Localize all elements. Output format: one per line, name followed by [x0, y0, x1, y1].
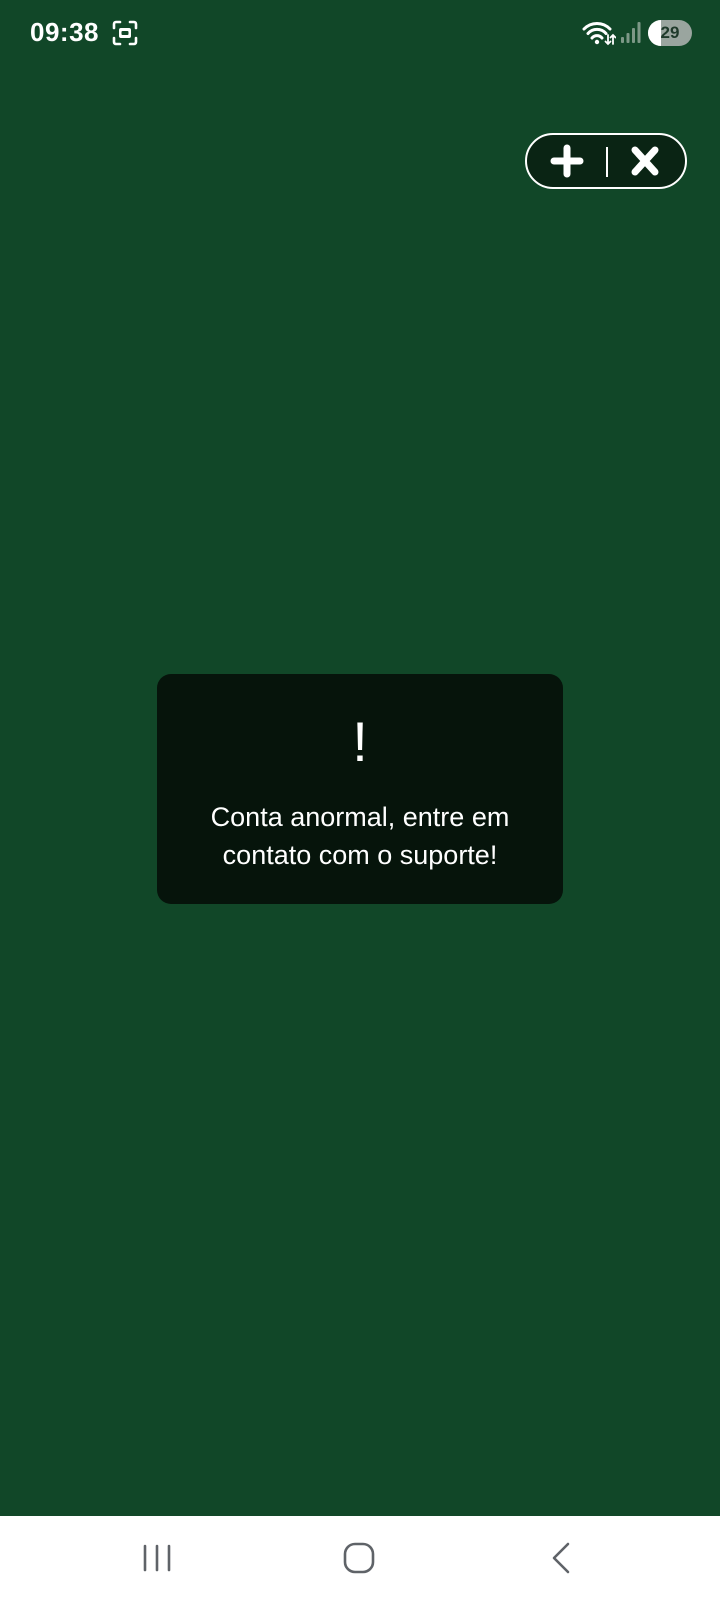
add-button[interactable] [527, 135, 607, 187]
wifi-icon [582, 20, 617, 46]
mini-program-capsule [525, 133, 687, 189]
screenshot-icon [112, 20, 138, 46]
plus-icon [550, 144, 584, 178]
signal-icon [620, 20, 642, 44]
back-icon [552, 1542, 570, 1574]
back-button[interactable] [537, 1538, 585, 1578]
status-time: 09:38 [30, 17, 99, 47]
home-icon [343, 1542, 375, 1574]
close-button[interactable] [605, 135, 685, 187]
battery-icon: 29 [648, 20, 692, 46]
battery-level: 29 [660, 23, 680, 42]
navigation-bar [0, 1516, 720, 1600]
status-bar: 09:38 29 [0, 0, 720, 68]
error-toast: ! Conta anormal, entre em contato com o … [157, 674, 563, 904]
close-icon [631, 146, 659, 176]
toast-message: Conta anormal, entre em contato com o su… [210, 802, 510, 870]
home-button[interactable] [335, 1538, 383, 1578]
recent-apps-button[interactable] [133, 1538, 181, 1578]
recent-apps-icon [143, 1544, 171, 1572]
warning-mark: ! [352, 710, 368, 773]
